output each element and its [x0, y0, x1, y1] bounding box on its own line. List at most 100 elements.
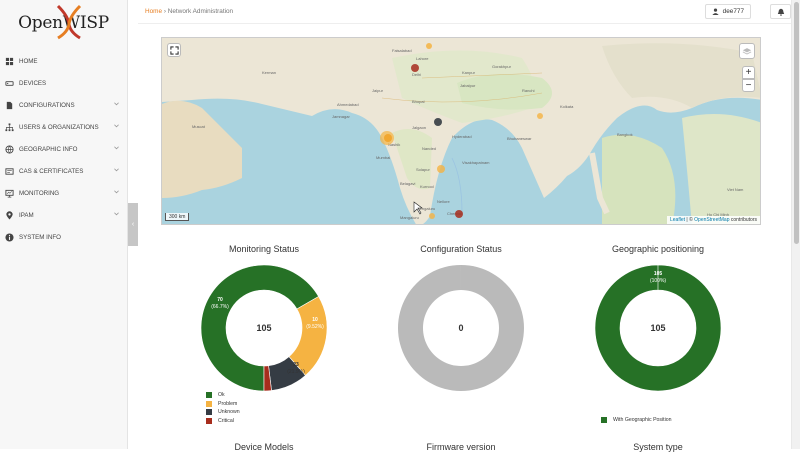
- osm-link[interactable]: OpenStreetMap: [694, 217, 729, 223]
- ok-pct-label: (66.7%): [211, 304, 229, 310]
- svg-text:Jamnagar: Jamnagar: [332, 114, 350, 119]
- ok-count-label: 70: [217, 297, 223, 303]
- chevron-down-icon: [114, 190, 119, 194]
- minus-icon: −: [745, 80, 752, 91]
- logo-wings-icon: [57, 4, 82, 40]
- info-icon: [5, 232, 14, 242]
- sidebar-item-label: GEOGRAPHIC INFO: [19, 145, 78, 153]
- org-tree-icon: [5, 122, 14, 132]
- sidebar-item-configurations[interactable]: CONFIGURATIONS: [0, 94, 127, 116]
- sidebar-item-label: SYSTEM INFO: [19, 233, 61, 241]
- svg-text:Kolkata: Kolkata: [560, 104, 574, 109]
- chevron-down-icon: [114, 146, 119, 150]
- monitoring-total: 105: [256, 323, 271, 333]
- sidebar-item-label: DEVICES: [19, 79, 47, 87]
- geographic-pct-label: (100%): [650, 278, 666, 284]
- sidebar-item-home[interactable]: HOME: [0, 50, 127, 72]
- expand-icon: [169, 45, 179, 55]
- scrollbar-thumb[interactable]: [794, 2, 799, 244]
- problem-pct-label: (21.9%): [287, 369, 305, 375]
- svg-text:Bhubaneswar: Bhubaneswar: [507, 136, 532, 141]
- geographic-legend-item[interactable]: With Geographic Position: [601, 417, 672, 423]
- legend-label: With Geographic Position: [613, 417, 672, 423]
- sidebar-item-cas-certificates[interactable]: CAS & CERTIFICATES: [0, 160, 127, 182]
- sidebar-item-label: MONITORING: [19, 189, 60, 197]
- topbar: Home › Network Administration dee777: [138, 0, 791, 24]
- attribution-separator: | ©: [685, 217, 695, 223]
- svg-text:Jalgaon: Jalgaon: [412, 125, 426, 130]
- svg-text:Bhopal: Bhopal: [412, 99, 425, 104]
- sidebar-item-monitoring[interactable]: MONITORING: [0, 182, 127, 204]
- svg-text:Faisalabad: Faisalabad: [392, 48, 412, 53]
- svg-text:Belagavi: Belagavi: [400, 181, 415, 186]
- svg-text:Mangaluru: Mangaluru: [400, 215, 419, 220]
- svg-text:Visakhapatnam: Visakhapatnam: [462, 160, 490, 165]
- sidebar-nav: HOME DEVICES CONFIGURATIONS USERS & ORGANIZ…: [0, 50, 127, 248]
- svg-text:Muscat: Muscat: [192, 124, 206, 129]
- sidebar-item-label: HOME: [19, 57, 38, 65]
- monitoring-legend-item-unknown[interactable]: Unknown: [206, 409, 240, 416]
- breadcrumb-current: Network Administration: [167, 8, 234, 15]
- svg-text:Jabalpur: Jabalpur: [460, 83, 476, 88]
- sidebar-item-geographic-info[interactable]: GEOGRAPHIC INFO: [0, 138, 127, 160]
- configuration-status-title: Configuration Status: [420, 244, 502, 254]
- zoom-out-button[interactable]: −: [742, 79, 755, 92]
- map-scale: 300 km: [165, 213, 190, 221]
- sidebar-item-devices[interactable]: DEVICES: [0, 72, 127, 94]
- chevron-down-icon: [114, 124, 119, 128]
- device-map[interactable]: Faisalabad Lahore Delhi Kanpur Gorakhpur…: [161, 37, 761, 225]
- legend-label: Critical: [218, 417, 234, 424]
- sidebar-item-label: CONFIGURATIONS: [19, 101, 75, 109]
- monitoring-slice-problem[interactable]: [288, 296, 328, 376]
- sidebar-item-users-organizations[interactable]: USERS & ORGANIZATIONS: [0, 116, 127, 138]
- sidebar-item-system-info[interactable]: SYSTEM INFO: [0, 226, 127, 248]
- monitoring-legend-item-ok[interactable]: Ok: [206, 392, 225, 398]
- user-menu-button[interactable]: dee777: [704, 4, 751, 19]
- legend-label: Ok: [218, 392, 225, 398]
- layers-button[interactable]: [739, 43, 755, 59]
- unknown-count-label: 10: [312, 317, 318, 323]
- openwisp-logo[interactable]: OpenWISP: [0, 0, 127, 46]
- geographic-total: 105: [650, 323, 665, 333]
- sidebar-item-label: IPAM: [19, 211, 34, 219]
- svg-text:Delhi: Delhi: [412, 72, 421, 77]
- unknown-pct-label: (9.52%): [306, 324, 324, 330]
- plus-icon: +: [745, 67, 752, 78]
- monitoring-slice-critical[interactable]: [263, 365, 272, 392]
- monitoring-legend-item-critical[interactable]: Critical: [206, 417, 234, 424]
- svg-text:Kerman: Kerman: [262, 70, 276, 75]
- map-attribution: Leaflet | © OpenStreetMap contributors: [667, 216, 760, 224]
- svg-text:Nellore: Nellore: [437, 199, 450, 204]
- sidebar-item-label: CAS & CERTIFICATES: [19, 167, 84, 175]
- chevron-down-icon: [114, 102, 119, 106]
- breadcrumb-home-link[interactable]: Home: [145, 8, 162, 15]
- monitoring-slice-ok[interactable]: [200, 264, 319, 392]
- svg-text:Nanded: Nanded: [422, 146, 436, 151]
- system-type-title: System type: [633, 442, 683, 452]
- svg-text:Viet Nam: Viet Nam: [727, 187, 744, 192]
- geographic-count-label: 105: [654, 271, 663, 277]
- configuration-empty-ring: [397, 265, 524, 391]
- chevron-down-icon: [114, 168, 119, 172]
- breadcrumb-separator: ›: [163, 8, 166, 15]
- leaflet-link[interactable]: Leaflet: [670, 217, 685, 223]
- user-icon: [712, 8, 719, 15]
- attribution-tail: contributors: [729, 217, 757, 223]
- legend-swatch: [206, 400, 212, 407]
- svg-text:Jaipur: Jaipur: [372, 88, 384, 93]
- geographic-slice-0[interactable]: [594, 264, 722, 392]
- monitoring-legend-item-problem[interactable]: Problem: [206, 400, 237, 407]
- zoom-in-button[interactable]: +: [742, 66, 755, 79]
- sidebar-item-ipam[interactable]: IPAM: [0, 204, 127, 226]
- notifications-button[interactable]: [770, 4, 791, 19]
- fullscreen-button[interactable]: [167, 43, 181, 57]
- svg-text:Gorakhpur: Gorakhpur: [492, 64, 512, 69]
- page-scrollbar[interactable]: [791, 0, 800, 449]
- chevron-left-icon: ‹: [131, 221, 135, 228]
- svg-text:Kanpur: Kanpur: [462, 70, 476, 75]
- sidebar-collapse-toggle[interactable]: ‹: [128, 203, 138, 246]
- svg-text:Kurnool: Kurnool: [420, 184, 434, 189]
- map-tiles[interactable]: Faisalabad Lahore Delhi Kanpur Gorakhpur…: [162, 38, 761, 225]
- firmware-version-title: Firmware version: [426, 442, 496, 452]
- monitoring-slice-unknown[interactable]: [268, 356, 306, 391]
